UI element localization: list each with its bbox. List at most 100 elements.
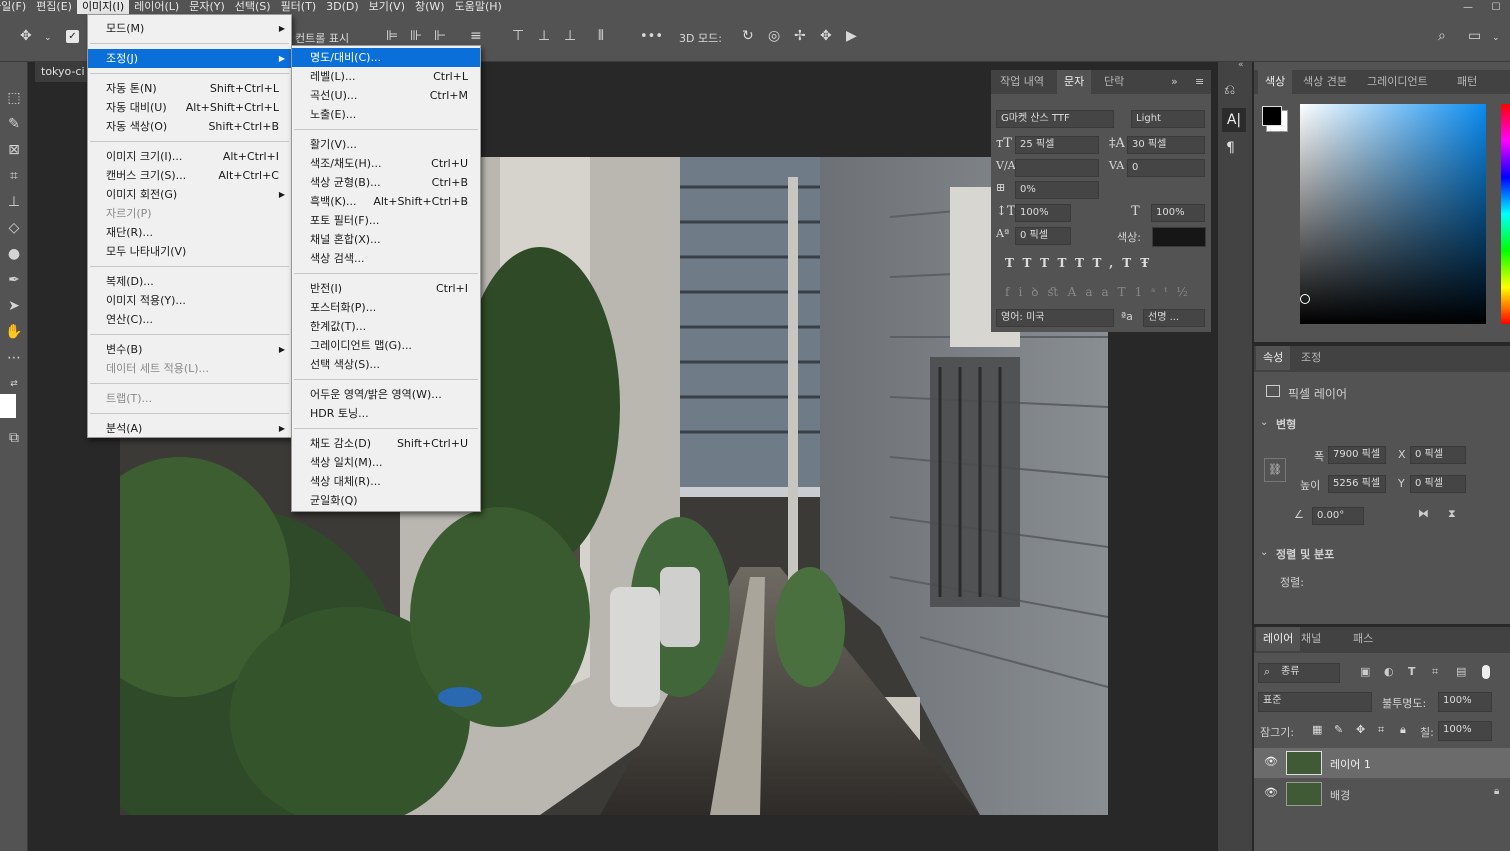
menu-item[interactable]: 균일화(Q) [292,491,480,510]
menu-item[interactable]: 색상 대체(R)... [292,472,480,491]
tab-paragraph[interactable]: 단락 [1097,70,1131,94]
filter-smart-object-icon[interactable]: ▤ [1456,665,1466,678]
y-field[interactable]: 0 픽셀 [1410,475,1466,493]
distribute-vertical-icon[interactable]: ⫴ [598,28,604,44]
baseline-shift-field[interactable]: 0 픽셀 [1015,227,1071,245]
color-picker-handle[interactable] [1300,294,1310,304]
menu-item[interactable]: 포토 필터(F)... [292,211,480,230]
3d-roll-icon[interactable]: ◎ [768,28,780,44]
history-panel-icon[interactable]: ⎌ [1224,82,1235,98]
tab-color[interactable]: 색상 [1258,70,1293,94]
menu-item[interactable]: 문자(Y) [184,0,230,14]
horizontal-scale-field[interactable]: 100% [1151,204,1205,222]
antialias-select[interactable]: 선명 ... [1143,309,1205,327]
swap-colors-icon[interactable]: ⇄ [4,374,24,394]
menu-item[interactable]: 색상 일치(M)... [292,453,480,472]
align-vcenter-icon[interactable]: ⊥ [538,28,550,44]
more-tools-icon[interactable]: ⋯ [4,348,24,368]
crop-tool-icon[interactable]: ⌗ [4,166,24,186]
menu-item[interactable]: 필터(T) [276,0,322,14]
align-hcenter-icon[interactable]: ⊪ [410,28,422,44]
document-tab[interactable]: tokyo-ci [35,62,95,82]
kerning-field[interactable] [1015,159,1099,177]
tab-paths[interactable]: 패스 [1346,627,1380,651]
hand-tool-icon[interactable]: ✋ [4,322,24,342]
lock-paint-icon[interactable]: ✎ [1334,723,1343,736]
lock-all-icon[interactable]: 🔒︎ [1400,723,1406,737]
paragraph-panel-icon[interactable]: ¶ [1226,140,1235,156]
menu-item[interactable]: 반전(I) Ctrl+I [292,279,480,298]
menu-item[interactable]: 복제(D)... [88,272,291,291]
visibility-eye-icon[interactable]: 👁︎ [1264,755,1278,768]
3d-pan-icon[interactable]: ✢ [794,28,806,44]
menu-item[interactable]: 활기(V)... [292,135,480,154]
menu-item[interactable]: 채널 혼합(X)... [292,230,480,249]
workspace-icon[interactable]: ▭ [1468,28,1481,44]
menu-item[interactable]: 포스터화(P)... [292,298,480,317]
more-options-icon[interactable]: ••• [640,29,663,44]
search-icon[interactable]: ⌕ [1438,28,1446,44]
tab-swatches[interactable]: 색상 견본 [1296,70,1354,94]
menu-item[interactable]: 모두 나타내기(V) [88,242,291,261]
menu-item[interactable]: 도움말(H) [450,0,507,14]
menu-item[interactable]: 이미지 크기(I)... Alt+Ctrl+I [88,147,291,166]
stamp-tool-icon[interactable]: ⊥ [4,192,24,212]
menu-item[interactable]: 곡선(U)... Ctrl+M [292,86,480,105]
menu-item[interactable]: 3D(D) [321,0,364,14]
menu-item[interactable]: 색상 균형(B)... Ctrl+B [292,173,480,192]
menu-item[interactable]: 흑백(K)... Alt+Shift+Ctrl+B [292,192,480,211]
x-field[interactable]: 0 픽셀 [1410,446,1466,464]
menu-item[interactable]: 채도 감소(D) Shift+Ctrl+U [292,434,480,453]
menu-item[interactable]: 캔버스 크기(S)... Alt+Ctrl+C [88,166,291,185]
layer-row[interactable]: 👁︎ 레이어 1 [1254,748,1510,778]
menu-item[interactable]: 선택 색상(S)... [292,355,480,374]
chevron-down-icon[interactable]: ⌄ [1492,33,1500,43]
flip-vertical-icon[interactable]: ⧗ [1448,507,1456,521]
menu-item[interactable]: 어두운 영역/밝은 영역(W)... [292,385,480,404]
maximize-icon[interactable]: ☐ [1482,0,1510,14]
tab-history[interactable]: 작업 내역 [993,70,1051,94]
tab-patterns[interactable]: 패턴 [1450,70,1484,94]
menu-item[interactable]: 레이어(L) [129,0,184,14]
pen-tool-icon[interactable]: ✒ [4,270,24,290]
menu-item[interactable]: 노출(E)... [292,105,480,124]
menu-item[interactable]: 조정(J) ▶ [88,49,291,68]
flip-horizontal-icon[interactable]: ⧓ [1418,507,1429,520]
tsume-field[interactable]: 0% [1015,181,1099,199]
3d-camera-icon[interactable]: ▶ [846,28,857,44]
path-select-tool-icon[interactable]: ➤ [4,296,24,316]
lock-move-icon[interactable]: ✥ [1356,723,1365,736]
align-left-icon[interactable]: ⊫ [386,28,398,44]
vertical-scale-field[interactable]: 100% [1015,204,1071,222]
align-bottom-icon[interactable]: ⊥ [564,28,576,44]
chevron-down-icon[interactable]: ⌄ [1260,547,1268,558]
menu-item[interactable]: 변수(B) ▶ [88,340,291,359]
tab-channels[interactable]: 채널 [1294,627,1328,651]
fill-field[interactable]: 100% [1438,721,1492,741]
menu-item[interactable]: 창(W) [410,0,450,14]
menu-item[interactable]: HDR 토닝... [292,404,480,423]
align-top-icon[interactable]: ⊤ [512,28,524,44]
filter-toggle-icon[interactable] [1482,665,1490,679]
marquee-tool-icon[interactable]: ⬚ [4,88,24,108]
height-field[interactable]: 5256 픽셀 [1328,475,1386,493]
tab-adjustments[interactable]: 조정 [1294,346,1328,370]
screen-mode-icon[interactable]: ⧉ [4,428,24,448]
menu-item[interactable]: 이미지 회전(G) ▶ [88,185,291,204]
panel-menu-icon[interactable]: ≡ [1195,75,1204,88]
text-style-buttons[interactable]: TTTTTT,TŦ [1005,256,1205,274]
lock-artboard-icon[interactable]: ⌗ [1378,723,1384,737]
tracking-field[interactable]: 0 [1127,159,1205,177]
move-tool-icon[interactable]: ✥ [20,28,32,44]
filter-shape-icon[interactable]: ⌗ [1432,665,1438,679]
menu-item[interactable]: 편집(E) [31,0,77,14]
tab-character[interactable]: 문자 [1057,70,1092,94]
collapse-dock-icon[interactable]: « [1238,60,1244,70]
menu-item[interactable]: 분석(A) ▶ [88,419,291,438]
eraser-tool-icon[interactable]: ◇ [4,218,24,238]
foreground-color-chip[interactable] [1262,106,1282,126]
visibility-eye-icon[interactable]: 👁︎ [1264,786,1278,799]
menu-item[interactable]: 연산(C)... [88,310,291,329]
quick-select-tool-icon[interactable]: ✎ [4,114,24,134]
filter-pixel-icon[interactable]: ▣ [1360,665,1370,678]
